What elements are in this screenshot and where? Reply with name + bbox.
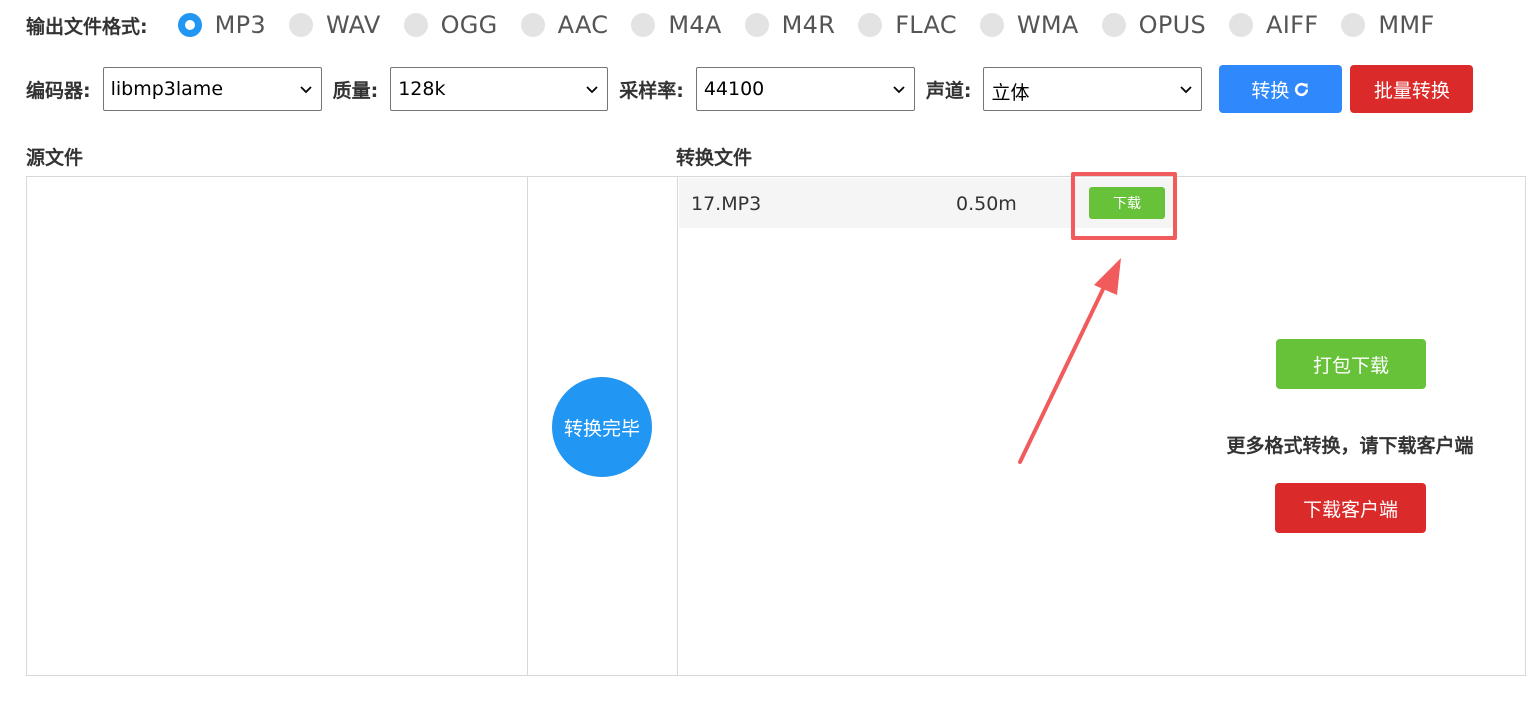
conversion-done-indicator: 转换完毕 [552,377,652,477]
format-option-wav[interactable]: WAV [288,11,381,39]
radio-unchecked-icon[interactable] [520,13,545,37]
radio-unchecked-icon[interactable] [1341,13,1366,37]
samplerate-select[interactable]: 44100 [695,67,915,111]
encoder-label: 编码器: [26,79,91,102]
format-option-m4a[interactable]: M4A [631,11,721,39]
samplerate-value: 44100 [703,78,765,100]
quality-label: 质量: [332,79,379,102]
channel-select[interactable]: 立体 [983,67,1203,111]
format-option-opus[interactable]: OPUS [1101,11,1207,39]
radio-unchecked-icon[interactable] [288,13,313,37]
source-file-list[interactable] [26,176,528,676]
chevron-down-icon [299,86,312,94]
radio-unchecked-icon[interactable] [1229,13,1254,37]
output-format-group: 输出文件格式: MP3 WAV OGG AAC M4A M4R FLAC WMA… [26,8,1457,42]
chevron-down-icon [586,86,598,94]
output-format-label: 输出文件格式: [26,15,148,38]
settings-toolbar: 编码器: libmp3lame 质量: 128k 采样率: 44100 声道: … [26,64,1474,114]
encoder-value: libmp3lame [110,78,224,100]
format-option-mmf[interactable]: MMF [1341,11,1434,39]
format-option-label: MMF [1378,11,1435,39]
channel-value: 立体 [991,82,1030,104]
format-option-label: FLAC [895,11,957,39]
format-option-label: OPUS [1138,11,1207,39]
radio-unchecked-icon[interactable] [1101,13,1126,37]
download-client-button[interactable]: 下载客户端 [1275,483,1426,533]
format-option-label: AIFF [1266,11,1319,39]
pack-download-button[interactable]: 打包下载 [1276,339,1426,389]
quality-value: 128k [398,78,446,100]
format-option-label: M4A [668,11,722,39]
quality-select[interactable]: 128k [390,67,609,111]
radio-unchecked-icon[interactable] [744,13,769,37]
convert-button[interactable]: 转换 [1219,65,1343,113]
chevron-down-icon [893,86,905,94]
format-option-ogg[interactable]: OGG [403,11,498,39]
actions-panel: 打包下载 更多格式转换，请下载客户端 下载客户端 [1176,176,1526,676]
format-option-label: MP3 [214,11,266,39]
format-option-label: M4R [781,11,836,39]
converted-files-title: 转换文件 [676,147,753,169]
converted-file-list: 17.MP3 0.50m 下载 [677,176,1177,676]
format-option-wma[interactable]: WMA [979,11,1079,39]
batch-convert-label: 批量转换 [1373,79,1450,102]
convert-button-label: 转换 [1251,79,1290,102]
radio-checked-icon[interactable] [177,13,202,37]
conversion-status-area: 转换完毕 [528,176,678,676]
format-option-label: WAV [325,11,381,39]
chevron-down-icon [1180,86,1193,94]
format-option-label: OGG [440,11,498,39]
more-formats-notice: 更多格式转换，请下载客户端 [1226,435,1474,457]
file-size: 0.50m [956,193,1017,215]
format-option-aiff[interactable]: AIFF [1229,11,1318,39]
batch-convert-button[interactable]: 批量转换 [1350,65,1474,113]
radio-unchecked-icon[interactable] [631,13,656,37]
format-option-label: WMA [1016,11,1079,39]
source-files-title: 源文件 [26,147,84,169]
encoder-select[interactable]: libmp3lame [102,67,322,111]
format-option-m4r[interactable]: M4R [744,11,836,39]
format-option-mp3[interactable]: MP3 [177,11,266,39]
format-option-aac[interactable]: AAC [520,11,609,39]
refresh-icon [1295,82,1309,96]
annotation-highlight-box [1071,172,1177,240]
radio-unchecked-icon[interactable] [858,13,883,37]
radio-unchecked-icon[interactable] [403,13,428,37]
format-option-flac[interactable]: FLAC [858,11,957,39]
channel-label: 声道: [925,79,972,102]
radio-unchecked-icon[interactable] [979,13,1004,37]
format-option-label: AAC [557,11,609,39]
samplerate-label: 采样率: [619,79,684,102]
file-name: 17.MP3 [691,193,762,215]
